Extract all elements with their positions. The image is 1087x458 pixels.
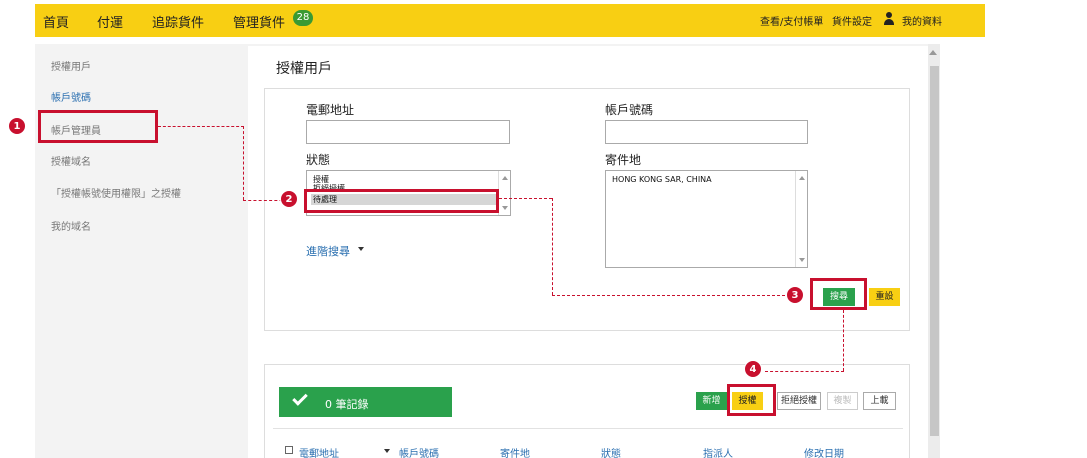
sort-caret-icon[interactable]: [384, 449, 390, 453]
nav-manage[interactable]: 管理貨件: [233, 12, 285, 31]
sidebar-item-authorized-users[interactable]: 授權用戶: [51, 58, 91, 73]
column-header-status[interactable]: 狀態: [601, 445, 621, 458]
reset-button[interactable]: 重設: [869, 288, 900, 306]
account-label: 帳戶號碼: [605, 103, 654, 117]
column-header-account[interactable]: 帳戶號碼: [399, 445, 439, 458]
page: 首頁 付運 追踪貨件 管理貨件 28 查看/支付帳單 貨件設定 我的資料 授權用…: [0, 0, 1087, 458]
origin-label: 寄件地: [605, 153, 642, 167]
table-divider: [273, 428, 903, 429]
highlight-account-admin: [38, 110, 158, 143]
scroll-down-icon[interactable]: [502, 206, 508, 210]
scroll-up-icon[interactable]: [929, 50, 937, 55]
status-scrollbar[interactable]: [498, 171, 510, 215]
page-scroll-thumb[interactable]: [930, 66, 939, 436]
nav-track[interactable]: 追踪貨件: [152, 12, 204, 31]
annotation-badge: 4: [744, 360, 762, 378]
records-count: 0 筆記錄: [325, 398, 369, 411]
highlight-authorize-button: [727, 384, 776, 416]
upload-button[interactable]: 上載: [863, 392, 896, 410]
column-header-modified-date[interactable]: 修改日期: [804, 445, 844, 458]
connector-line: [552, 198, 553, 295]
highlight-pending-option: [304, 189, 499, 213]
top-nav: 首頁 付運 追踪貨件 管理貨件 28 查看/支付帳單 貨件設定 我的資料: [35, 4, 985, 37]
page-title: 授權用戶: [276, 61, 332, 77]
origin-option[interactable]: HONG KONG SAR, CHINA: [612, 175, 712, 184]
add-button[interactable]: 新增: [696, 392, 727, 410]
connector-line: [158, 126, 244, 127]
select-all-checkbox[interactable]: [285, 446, 293, 454]
connector-line: [765, 371, 844, 372]
nav-settings[interactable]: 貨件設定: [832, 13, 872, 28]
nav-home[interactable]: 首頁: [43, 12, 69, 31]
annotation-badge: 2: [280, 190, 298, 208]
connector-line: [499, 198, 552, 199]
main-frame: 授權用戶 帳戶號碼 帳戶管理員 授權域名 「授權帳號使用權限」之授權 我的域名 …: [35, 44, 940, 458]
origin-scrollbar[interactable]: [795, 171, 807, 267]
highlight-search-button: [810, 278, 867, 310]
scroll-up-icon[interactable]: [799, 176, 805, 180]
nav-profile[interactable]: 我的資料: [902, 13, 942, 28]
sidebar-item-authorized-domains[interactable]: 授權域名: [51, 153, 91, 168]
status-label: 狀態: [306, 153, 331, 167]
records-count-banner: 0 筆記錄: [279, 387, 452, 417]
column-header-email[interactable]: 電郵地址: [299, 445, 339, 458]
column-header-origin[interactable]: 寄件地: [500, 445, 530, 458]
connector-line: [552, 295, 790, 296]
caret-down-icon: [358, 247, 364, 251]
email-field[interactable]: [306, 120, 510, 144]
nav-count-badge: 28: [293, 10, 313, 26]
nav-ship[interactable]: 付運: [97, 12, 123, 31]
scroll-up-icon[interactable]: [502, 176, 508, 180]
connector-line: [243, 126, 244, 200]
user-icon: [883, 12, 895, 26]
annotation-badge: 3: [786, 286, 804, 304]
connector-line: [843, 310, 844, 371]
nav-billing[interactable]: 查看/支付帳單: [760, 13, 823, 28]
account-field[interactable]: [605, 120, 808, 144]
check-icon: [292, 390, 308, 406]
sidebar-item-my-domains[interactable]: 我的域名: [51, 218, 91, 233]
origin-listbox[interactable]: HONG KONG SAR, CHINA: [605, 170, 808, 268]
email-label: 電郵地址: [306, 103, 355, 117]
annotation-badge: 1: [8, 117, 26, 135]
column-header-assignee[interactable]: 指派人: [703, 445, 733, 458]
reject-button[interactable]: 拒絕授權: [777, 392, 821, 410]
scroll-down-icon[interactable]: [799, 258, 805, 262]
results-panel: 0 筆記錄 新增 授權 拒絕授權 複製 上載 電郵地址 帳戶號碼 寄件地 狀態 …: [264, 364, 910, 458]
sidebar-item-account-permission[interactable]: 「授權帳號使用權限」之授權: [51, 185, 181, 200]
content-area: 授權用戶 電郵地址 帳戶號碼 狀態 授權 拒絕授權 待處理 寄件地 HONG K…: [248, 46, 928, 458]
copy-button: 複製: [827, 392, 858, 410]
sidebar-item-account-numbers[interactable]: 帳戶號碼: [51, 89, 91, 104]
advanced-search-link[interactable]: 進階搜尋: [306, 243, 350, 259]
